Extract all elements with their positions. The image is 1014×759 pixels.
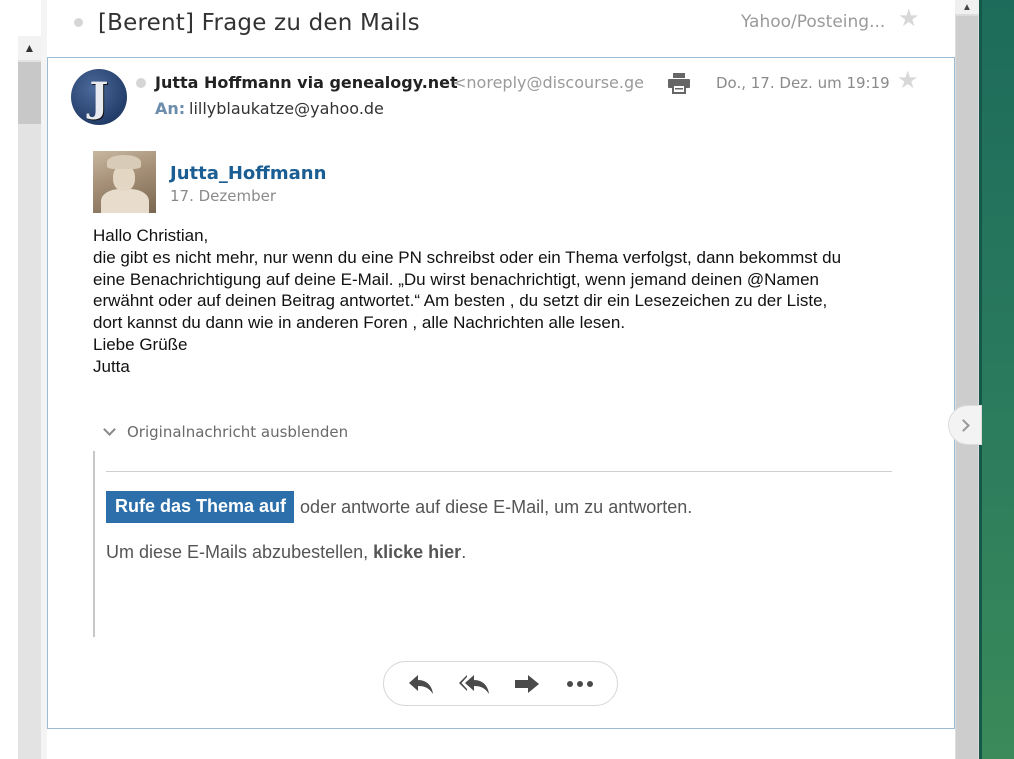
forward-button[interactable] [507,668,547,700]
more-button[interactable] [560,668,600,700]
to-label: An: [155,99,186,118]
view-topic-button[interactable]: Rufe das Thema auf [106,491,295,523]
left-scrollbar-track[interactable] [18,36,41,759]
more-icon [567,680,594,687]
reply-all-icon [458,674,489,694]
reply-button[interactable] [401,668,441,700]
cta-text: oder antworte auf diese E-Mail, um zu an… [300,496,693,517]
body-line: eine Benachrichtigung auf deine E-Mail. … [93,269,819,289]
sender-name[interactable]: Jutta Hoffmann via genealogy.net [155,73,458,92]
post-author-avatar [93,151,156,213]
message-body: Hallo Christian, die gibt es nicht mehr,… [93,225,923,378]
right-scrollbar-thumb[interactable] [956,16,978,759]
subject-title: [Berent] Frage zu den Mails [98,10,420,36]
recipient-email[interactable]: lillyblaukatze@yahoo.de [189,99,384,118]
folder-label[interactable]: Yahoo/Posteing... [741,12,885,32]
mail-window: ▲ ▲ [Berent] Frage zu den Mails Yahoo/Po… [0,0,1014,759]
star-icon[interactable]: ★ [898,4,920,33]
unsubscribe-link[interactable]: klicke hier [373,542,461,562]
left-gutter [0,0,18,759]
next-message-button[interactable] [948,405,982,445]
body-line: Hallo Christian, [93,226,209,245]
right-scroll-up-button[interactable]: ▲ [955,0,979,14]
read-status-dot-icon[interactable] [136,78,146,88]
forward-icon [515,674,540,693]
body-line: dort kannst du dann wie in anderen Foren… [93,313,626,333]
sender-email[interactable]: <noreply@discourse.ge [453,73,643,92]
below-card-area [47,730,955,759]
divider [106,471,892,472]
toggle-label: Originalnachricht ausblenden [127,423,349,441]
scroll-up-button[interactable]: ▲ [18,36,41,60]
sender-avatar[interactable]: J [71,69,127,125]
message-card [47,57,955,729]
unread-dot-icon[interactable] [74,18,83,27]
chevron-right-icon [956,418,970,432]
reply-all-button[interactable] [454,668,494,700]
left-scrollbar-thumb[interactable] [18,62,41,124]
body-line: Jutta [93,356,130,376]
avatar-letter: J [89,73,109,121]
quote-bar [93,451,95,637]
toggle-original-message[interactable]: Originalnachricht ausblenden [103,423,349,441]
message-star-icon[interactable]: ★ [897,66,919,95]
body-line: erwähnt oder auf deinen Beitrag antworte… [93,291,828,311]
cta-row: Rufe das Thema auf oder antworte auf die… [106,491,692,523]
body-line: Liebe Grüße [93,334,188,354]
background-strip [979,0,1014,759]
post-author-link[interactable]: Jutta_Hoffmann [170,163,326,184]
message-actions [383,661,618,706]
unsubscribe-row: Um diese E-Mails abzubestellen, klicke h… [106,542,466,563]
body-line: die gibt es nicht mehr, nur wenn du eine… [93,247,842,267]
unsubscribe-end: . [461,542,467,562]
printer-icon[interactable] [667,72,691,94]
reply-icon [408,674,433,694]
unsubscribe-text: Um diese E-Mails abzubestellen, [106,542,374,562]
background-strip-edge [979,0,982,759]
chevron-down-icon [103,423,116,436]
post-date: 17. Dezember [170,187,277,205]
message-date: Do., 17. Dez. um 19:19 [716,74,890,92]
